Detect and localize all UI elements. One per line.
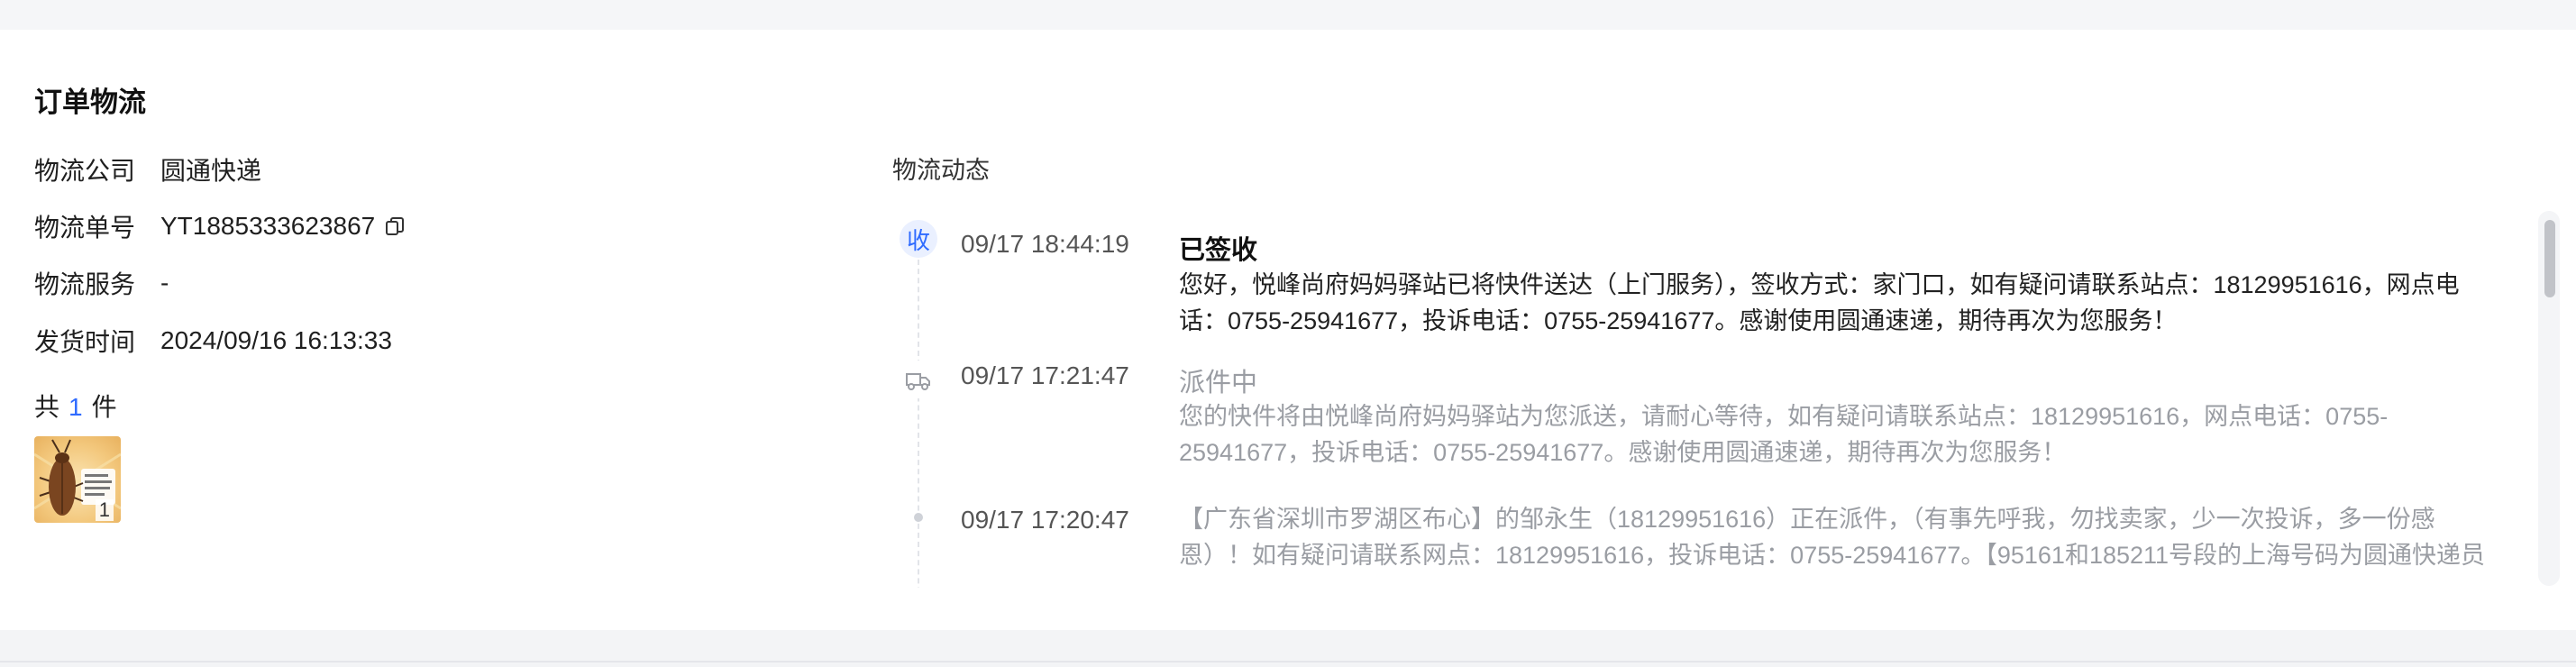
tracking-number: YT1885333623867: [160, 212, 376, 240]
item-count-number: 1: [69, 393, 83, 421]
timeline-connector: [918, 260, 919, 588]
section-title: 订单物流: [34, 87, 146, 118]
dot-icon: [914, 513, 923, 522]
event-description: 【广东省深圳市罗湖区布心】的邹永生（18129951616）正在派件，（有事先呼…: [1179, 506, 2486, 569]
signed-badge: 收: [900, 220, 937, 258]
timeline-scrollbar-thumb[interactable]: [2544, 220, 2555, 297]
event-status: 派件中: [1179, 369, 1258, 397]
company-value: 圆通快递: [160, 157, 262, 185]
logistics-timeline[interactable]: 收 09/17 18:44:19 已签收 您好，悦峰尚府妈妈驿站已将快件送达（上…: [892, 209, 2533, 588]
service-label: 物流服务: [34, 270, 136, 298]
product-quantity: 1: [95, 499, 114, 521]
service-value: -: [160, 269, 169, 297]
ship-time-label: 发货时间: [34, 328, 136, 356]
ship-time-value: 2024/09/16 16:13:33: [160, 326, 392, 354]
item-count-suffix: 件: [91, 393, 117, 421]
service-row: 物流服务 -: [34, 265, 169, 301]
ship-time-row: 发货时间 2024/09/16 16:13:33: [34, 323, 392, 359]
item-count-prefix: 共: [34, 393, 60, 421]
product-thumbnail[interactable]: 1: [34, 436, 121, 523]
event-time: 09/17 17:21:47: [961, 361, 1129, 389]
tracking-label: 物流单号: [34, 214, 136, 242]
company-row: 物流公司 圆通快递: [34, 151, 261, 187]
footer-divider: [0, 661, 2576, 662]
event-status: 已签收: [1179, 236, 1258, 265]
company-label: 物流公司: [34, 157, 136, 185]
delivery-truck-icon: [900, 361, 937, 398]
event-time: 09/17 18:44:19: [961, 230, 1129, 258]
event-description: 您的快件将由悦峰尚府妈妈驿站为您派送，请耐心等待，如有疑问请联系站点：18129…: [1179, 403, 2389, 466]
event-description: 您好，悦峰尚府妈妈驿站已将快件送达（上门服务），签收方式：家门口，如有疑问请联系…: [1179, 271, 2460, 334]
tracking-row: 物流单号 YT1885333623867: [34, 208, 406, 244]
timeline-header: 物流动态: [892, 157, 990, 184]
event-time: 09/17 17:20:47: [961, 506, 1129, 534]
item-count: 共1件: [34, 388, 117, 424]
copy-icon[interactable]: [384, 215, 406, 237]
